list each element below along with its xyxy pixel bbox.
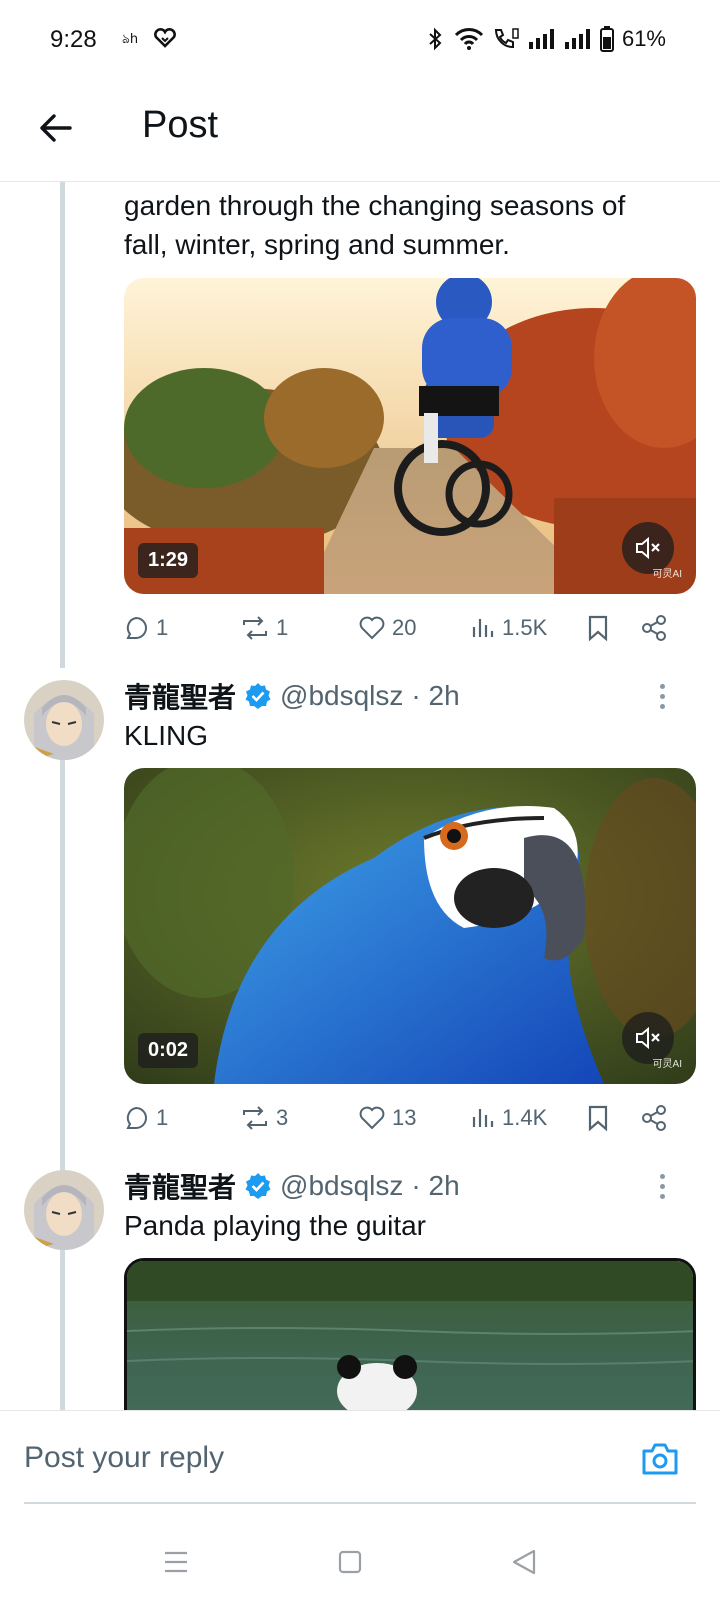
battery-icon [599, 26, 614, 52]
analytics-icon [472, 619, 494, 637]
author-handle[interactable]: @bdsqlsz [280, 1170, 403, 1202]
post-feed[interactable]: garden through the changing seasons of f… [0, 182, 720, 1410]
views-button[interactable]: 1.4K [470, 1098, 547, 1138]
reply-divider [24, 1502, 696, 1504]
video-watermark: 可灵AI [652, 569, 682, 580]
post-time: · 2h [411, 680, 460, 711]
status-bar: 9:28 ঌh 61% [0, 0, 720, 82]
tweet-text: Panda playing the guitar [124, 1210, 426, 1241]
video-thumbnail [124, 278, 696, 594]
app-header: Post [0, 82, 720, 182]
share-icon [642, 1105, 666, 1131]
svg-text:ঌh: ঌh [122, 32, 138, 46]
video-thumbnail [127, 1261, 693, 1410]
repost-button[interactable]: 3 [240, 1098, 288, 1138]
reply-button[interactable]: 1 [124, 608, 168, 648]
reply-button[interactable]: 1 [124, 1098, 168, 1138]
analytics-icon [472, 1109, 494, 1127]
volume-muted-icon [636, 536, 660, 560]
tweet-video[interactable] [124, 1258, 696, 1410]
tweet-author-row: 青龍聖者 @bdsqlsz · 2h [124, 1166, 460, 1206]
tweet-actions: 1 3 13 1.4K [124, 1098, 696, 1138]
menu-icon [165, 1551, 187, 1573]
system-nav-bar [0, 1520, 720, 1600]
view-count: 1.5K [502, 615, 548, 640]
anime-avatar-image [24, 680, 104, 760]
reply-count: 1 [156, 615, 169, 640]
back-triangle-icon [512, 1549, 536, 1575]
volume-muted-icon [636, 1026, 660, 1050]
page-title: Post [142, 104, 219, 146]
more-options-button[interactable] [652, 676, 672, 716]
author-handle[interactable]: @bdsqlsz [280, 680, 403, 712]
repost-button[interactable]: 1 [240, 608, 288, 648]
thread-line [60, 182, 65, 668]
thread-line [60, 760, 65, 1172]
call-icon [492, 27, 520, 51]
battery-percentage: 61% [621, 26, 666, 51]
repost-icon [243, 1106, 267, 1130]
video-watermark: 可灵AI [652, 1059, 682, 1070]
anime-avatar-image [24, 1170, 104, 1250]
verified-badge-icon [245, 683, 271, 709]
author-name[interactable]: 青龍聖者 [124, 1166, 236, 1206]
tweet-text: KLING [124, 720, 209, 751]
home-button[interactable] [330, 1542, 370, 1582]
view-count: 1.4K [502, 1105, 548, 1130]
share-button[interactable] [640, 1098, 668, 1138]
back-nav-button[interactable] [504, 1542, 544, 1582]
heart-icon [359, 616, 385, 640]
camera-icon [642, 1443, 678, 1475]
author-name[interactable]: 青龍聖者 [124, 676, 236, 716]
post-time: · 2h [411, 1170, 460, 1201]
like-count: 13 [392, 1105, 417, 1130]
repost-icon [243, 616, 267, 640]
video-duration: 1:29 [138, 543, 199, 578]
heart-icon [359, 1106, 385, 1130]
reply-icon [126, 616, 147, 639]
tweet-text: garden through the changing seasons of f… [124, 190, 626, 260]
bookmark-button[interactable] [586, 1098, 610, 1138]
bookmark-icon [588, 615, 608, 642]
reply-bar [0, 1410, 720, 1502]
notification-icon: ঌh [122, 30, 144, 51]
heart-app-icon [154, 28, 176, 53]
arrow-left-icon [40, 114, 72, 142]
like-button[interactable]: 13 [358, 1098, 416, 1138]
repost-count: 1 [276, 615, 289, 640]
back-button[interactable] [34, 106, 78, 150]
bookmark-icon [588, 1105, 608, 1132]
recent-apps-button[interactable] [156, 1542, 196, 1582]
reply-icon [126, 1106, 147, 1129]
tweet-video[interactable]: 1:29 可灵AI [124, 278, 696, 594]
thread-line [60, 1250, 65, 1410]
signal-icon [528, 28, 556, 50]
home-square-icon [338, 1550, 362, 1574]
wifi-icon [454, 27, 484, 51]
video-thumbnail [124, 768, 696, 1084]
status-time: 9:28 [50, 26, 97, 53]
like-count: 20 [392, 615, 417, 640]
reply-count: 1 [156, 1105, 169, 1130]
bookmark-button[interactable] [586, 608, 610, 648]
tweet-author-row: 青龍聖者 @bdsqlsz · 2h [124, 676, 460, 716]
verified-badge-icon [245, 1173, 271, 1199]
camera-button[interactable] [640, 1439, 680, 1479]
bluetooth-icon [426, 27, 446, 51]
share-icon [642, 615, 666, 641]
like-button[interactable]: 20 [358, 608, 416, 648]
reply-input[interactable] [24, 1435, 584, 1481]
signal-icon [564, 28, 592, 50]
tweet-actions: 1 1 20 1.5K [124, 608, 696, 648]
video-duration: 0:02 [138, 1033, 199, 1068]
share-button[interactable] [640, 608, 668, 648]
more-options-button[interactable] [652, 1166, 672, 1206]
repost-count: 3 [276, 1105, 289, 1130]
avatar[interactable] [24, 680, 104, 760]
views-button[interactable]: 1.5K [470, 608, 547, 648]
avatar[interactable] [24, 1170, 104, 1250]
tweet-video[interactable]: 0:02 可灵AI [124, 768, 696, 1084]
